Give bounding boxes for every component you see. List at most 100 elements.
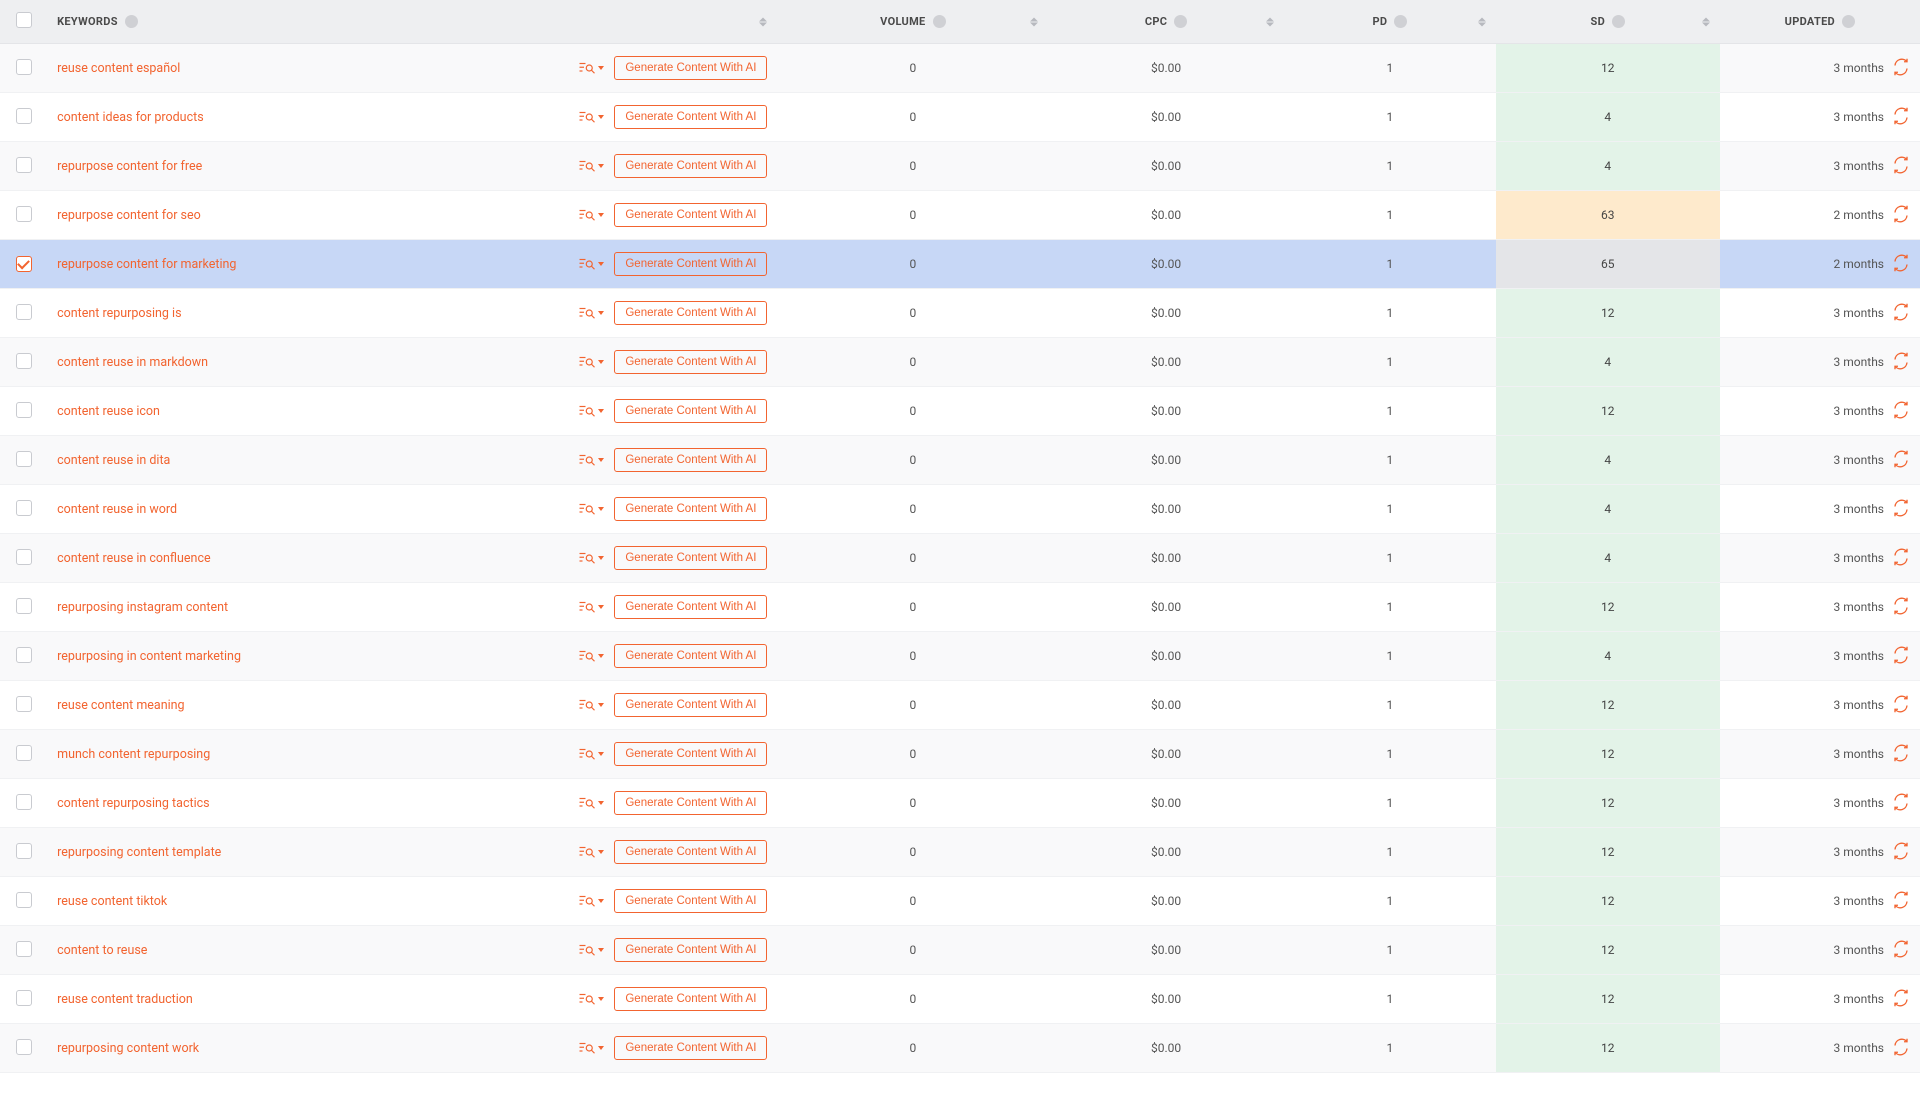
- row-checkbox[interactable]: [16, 794, 32, 810]
- generate-content-button[interactable]: Generate Content With AI: [614, 840, 767, 864]
- refresh-icon[interactable]: [1892, 107, 1910, 128]
- keyword-link[interactable]: reuse content español: [57, 61, 180, 76]
- row-checkbox[interactable]: [16, 157, 32, 173]
- info-icon[interactable]: [1612, 15, 1625, 28]
- refresh-icon[interactable]: [1892, 156, 1910, 177]
- refresh-icon[interactable]: [1892, 793, 1910, 814]
- row-checkbox[interactable]: [16, 353, 32, 369]
- keyword-lookup-icon[interactable]: [578, 893, 604, 909]
- sort-icon[interactable]: [1702, 17, 1710, 26]
- keyword-lookup-icon[interactable]: [578, 207, 604, 223]
- row-checkbox[interactable]: [16, 206, 32, 222]
- keyword-lookup-icon[interactable]: [578, 501, 604, 517]
- row-checkbox[interactable]: [16, 696, 32, 712]
- generate-content-button[interactable]: Generate Content With AI: [614, 938, 767, 962]
- keyword-link[interactable]: repurposing instagram content: [57, 600, 228, 615]
- row-checkbox[interactable]: [16, 549, 32, 565]
- generate-content-button[interactable]: Generate Content With AI: [614, 546, 767, 570]
- row-checkbox[interactable]: [16, 843, 32, 859]
- keyword-lookup-icon[interactable]: [578, 648, 604, 664]
- refresh-icon[interactable]: [1892, 548, 1910, 569]
- generate-content-button[interactable]: Generate Content With AI: [614, 56, 767, 80]
- keyword-lookup-icon[interactable]: [578, 60, 604, 76]
- refresh-icon[interactable]: [1892, 450, 1910, 471]
- row-checkbox[interactable]: [16, 304, 32, 320]
- keyword-lookup-icon[interactable]: [578, 256, 604, 272]
- generate-content-button[interactable]: Generate Content With AI: [614, 105, 767, 129]
- keyword-link[interactable]: repurposing content template: [57, 845, 221, 860]
- refresh-icon[interactable]: [1892, 842, 1910, 863]
- keyword-link[interactable]: content repurposing tactics: [57, 796, 210, 811]
- keyword-link[interactable]: content reuse in markdown: [57, 355, 208, 370]
- keyword-lookup-icon[interactable]: [578, 844, 604, 860]
- keyword-lookup-icon[interactable]: [578, 697, 604, 713]
- refresh-icon[interactable]: [1892, 58, 1910, 79]
- refresh-icon[interactable]: [1892, 989, 1910, 1010]
- keyword-link[interactable]: repurposing content work: [57, 1041, 199, 1056]
- keyword-lookup-icon[interactable]: [578, 942, 604, 958]
- generate-content-button[interactable]: Generate Content With AI: [614, 399, 767, 423]
- keyword-link[interactable]: content repurposing is: [57, 306, 181, 321]
- info-icon[interactable]: [1842, 15, 1855, 28]
- keyword-lookup-icon[interactable]: [578, 109, 604, 125]
- generate-content-button[interactable]: Generate Content With AI: [614, 889, 767, 913]
- refresh-icon[interactable]: [1892, 401, 1910, 422]
- keyword-lookup-icon[interactable]: [578, 795, 604, 811]
- keyword-lookup-icon[interactable]: [578, 550, 604, 566]
- generate-content-button[interactable]: Generate Content With AI: [614, 448, 767, 472]
- row-checkbox[interactable]: [16, 892, 32, 908]
- keyword-link[interactable]: content reuse in word: [57, 502, 177, 517]
- refresh-icon[interactable]: [1892, 744, 1910, 765]
- generate-content-button[interactable]: Generate Content With AI: [614, 203, 767, 227]
- generate-content-button[interactable]: Generate Content With AI: [614, 791, 767, 815]
- keyword-link[interactable]: reuse content meaning: [57, 698, 184, 713]
- keyword-lookup-icon[interactable]: [578, 452, 604, 468]
- generate-content-button[interactable]: Generate Content With AI: [614, 595, 767, 619]
- header-volume[interactable]: VOLUME: [777, 0, 1048, 44]
- header-pd[interactable]: PD: [1284, 0, 1496, 44]
- row-checkbox[interactable]: [16, 451, 32, 467]
- generate-content-button[interactable]: Generate Content With AI: [614, 693, 767, 717]
- refresh-icon[interactable]: [1892, 352, 1910, 373]
- header-sd[interactable]: SD: [1496, 0, 1720, 44]
- sort-icon[interactable]: [1266, 17, 1274, 26]
- generate-content-button[interactable]: Generate Content With AI: [614, 644, 767, 668]
- row-checkbox[interactable]: [16, 256, 32, 272]
- header-keywords[interactable]: KEYWORDS: [47, 0, 777, 44]
- keyword-link[interactable]: content reuse in dita: [57, 453, 170, 468]
- refresh-icon[interactable]: [1892, 940, 1910, 961]
- refresh-icon[interactable]: [1892, 205, 1910, 226]
- info-icon[interactable]: [933, 15, 946, 28]
- keyword-link[interactable]: content ideas for products: [57, 110, 204, 125]
- generate-content-button[interactable]: Generate Content With AI: [614, 742, 767, 766]
- generate-content-button[interactable]: Generate Content With AI: [614, 252, 767, 276]
- keyword-link[interactable]: content to reuse: [57, 943, 147, 958]
- row-checkbox[interactable]: [16, 647, 32, 663]
- row-checkbox[interactable]: [16, 402, 32, 418]
- generate-content-button[interactable]: Generate Content With AI: [614, 350, 767, 374]
- sort-icon[interactable]: [1478, 17, 1486, 26]
- keyword-lookup-icon[interactable]: [578, 403, 604, 419]
- row-checkbox[interactable]: [16, 941, 32, 957]
- refresh-icon[interactable]: [1892, 597, 1910, 618]
- generate-content-button[interactable]: Generate Content With AI: [614, 301, 767, 325]
- refresh-icon[interactable]: [1892, 1038, 1910, 1059]
- sort-icon[interactable]: [1030, 17, 1038, 26]
- refresh-icon[interactable]: [1892, 303, 1910, 324]
- keyword-link[interactable]: repurpose content for free: [57, 159, 202, 174]
- generate-content-button[interactable]: Generate Content With AI: [614, 987, 767, 1011]
- row-checkbox[interactable]: [16, 108, 32, 124]
- keyword-lookup-icon[interactable]: [578, 599, 604, 615]
- info-icon[interactable]: [1394, 15, 1407, 28]
- keyword-lookup-icon[interactable]: [578, 305, 604, 321]
- keyword-link[interactable]: content reuse in confluence: [57, 551, 211, 566]
- header-updated[interactable]: UPDATED: [1720, 0, 1920, 44]
- keyword-link[interactable]: repurpose content for marketing: [57, 257, 236, 272]
- keyword-lookup-icon[interactable]: [578, 1040, 604, 1056]
- generate-content-button[interactable]: Generate Content With AI: [614, 1036, 767, 1060]
- refresh-icon[interactable]: [1892, 695, 1910, 716]
- row-checkbox[interactable]: [16, 598, 32, 614]
- keyword-lookup-icon[interactable]: [578, 354, 604, 370]
- refresh-icon[interactable]: [1892, 254, 1910, 275]
- refresh-icon[interactable]: [1892, 646, 1910, 667]
